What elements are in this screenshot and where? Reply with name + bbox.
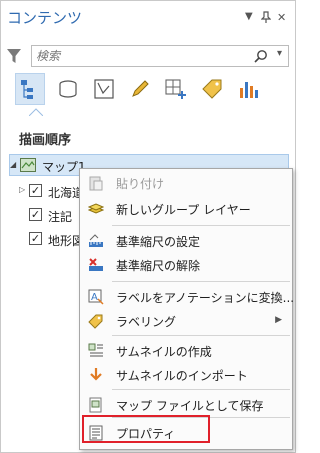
drawing-order-button[interactable] <box>15 73 45 105</box>
search-input[interactable] <box>36 48 236 64</box>
expand-icon[interactable]: ▷ <box>19 185 25 194</box>
search-icon[interactable] <box>254 49 268 63</box>
menu-separator <box>112 389 290 390</box>
new-group-layer-icon <box>88 203 104 214</box>
close-button[interactable]: ✕ <box>277 11 286 24</box>
list-view-toolbar <box>15 73 285 107</box>
menu-separator <box>112 225 290 226</box>
menu-separator <box>112 335 290 336</box>
contents-pane: コンテンツ ▼ ✕ ▾ <box>0 0 296 453</box>
layer-label: 注記 <box>48 210 73 224</box>
search-box[interactable]: ▾ <box>31 45 289 67</box>
data-source-button[interactable] <box>53 73 83 105</box>
context-menu: 貼り付け 新しいグループ レイヤー 基準縮尺の設定 基準縮尺の解除 A ラベルを… <box>79 168 294 450</box>
tree-item-layer[interactable]: ▷ ✓ 北海道 <box>1 181 91 203</box>
charts-button[interactable] <box>233 73 263 105</box>
clear-reference-scale-icon <box>89 258 103 271</box>
active-view-pointer <box>29 108 43 116</box>
svg-text:A: A <box>91 292 98 303</box>
list-by-editing-icon <box>132 80 149 97</box>
selection-button[interactable] <box>89 73 119 105</box>
list-by-selection-icon <box>94 79 114 99</box>
create-thumbnail-icon <box>88 343 103 357</box>
snapping-button[interactable] <box>161 73 191 105</box>
layer-visibility-checkbox[interactable]: ✓ <box>29 208 42 221</box>
list-by-data-source-icon <box>59 80 77 98</box>
editing-button[interactable] <box>125 73 155 105</box>
highlight-box <box>82 415 210 443</box>
section-title: 描画順序 <box>19 133 72 148</box>
submenu-arrow-icon: ▶ <box>275 315 282 325</box>
pane-menu-button[interactable]: ▼ <box>245 11 253 22</box>
menu-item-import-thumbnail[interactable]: サムネイルのインポート <box>80 363 292 387</box>
menu-separator <box>112 281 290 282</box>
menu-item-create-thumbnail[interactable]: サムネイルの作成 <box>80 339 292 363</box>
labeling-button[interactable] <box>197 73 227 105</box>
pin-button[interactable] <box>260 11 272 26</box>
list-by-labeling-icon <box>202 79 222 99</box>
title-bar: コンテンツ ▼ ✕ <box>1 1 295 35</box>
import-thumbnail-icon <box>90 368 102 381</box>
pin-icon <box>260 11 272 23</box>
list-by-charts-icon <box>240 82 258 98</box>
menu-item-clear-reference-scale[interactable]: 基準縮尺の解除 <box>80 253 292 277</box>
collapse-icon[interactable]: ◢ <box>10 160 16 169</box>
filter-icon[interactable] <box>7 48 21 64</box>
layer-visibility-checkbox[interactable]: ✓ <box>29 232 42 245</box>
labeling-icon <box>88 314 103 329</box>
menu-item-save-map-file[interactable]: マップ ファイルとして保存 <box>80 393 292 417</box>
save-map-file-icon <box>89 397 102 413</box>
set-reference-scale-icon <box>89 234 103 247</box>
list-by-drawing-order-icon <box>21 80 33 99</box>
menu-item-convert-labels[interactable]: A ラベルをアノテーションに変換... <box>80 285 294 309</box>
convert-labels-icon: A <box>88 289 104 305</box>
pane-title: コンテンツ <box>7 9 83 27</box>
search-options-button[interactable]: ▾ <box>277 48 282 59</box>
menu-item-paste[interactable]: 貼り付け <box>80 171 292 195</box>
tree-item-layer[interactable]: ✓ 地形図 <box>1 229 91 251</box>
menu-item-new-group-layer[interactable]: 新しいグループ レイヤー <box>80 197 292 221</box>
list-by-snapping-icon <box>165 79 186 99</box>
map-icon <box>20 158 36 172</box>
paste-icon <box>89 176 103 191</box>
search-row: ▾ <box>1 45 295 71</box>
menu-item-set-reference-scale[interactable]: 基準縮尺の設定 <box>80 229 292 253</box>
tree-item-layer[interactable]: ✓ 注記 <box>1 205 91 227</box>
menu-item-labeling[interactable]: ラベリング ▶ <box>80 309 292 333</box>
layer-visibility-checkbox[interactable]: ✓ <box>29 184 42 197</box>
